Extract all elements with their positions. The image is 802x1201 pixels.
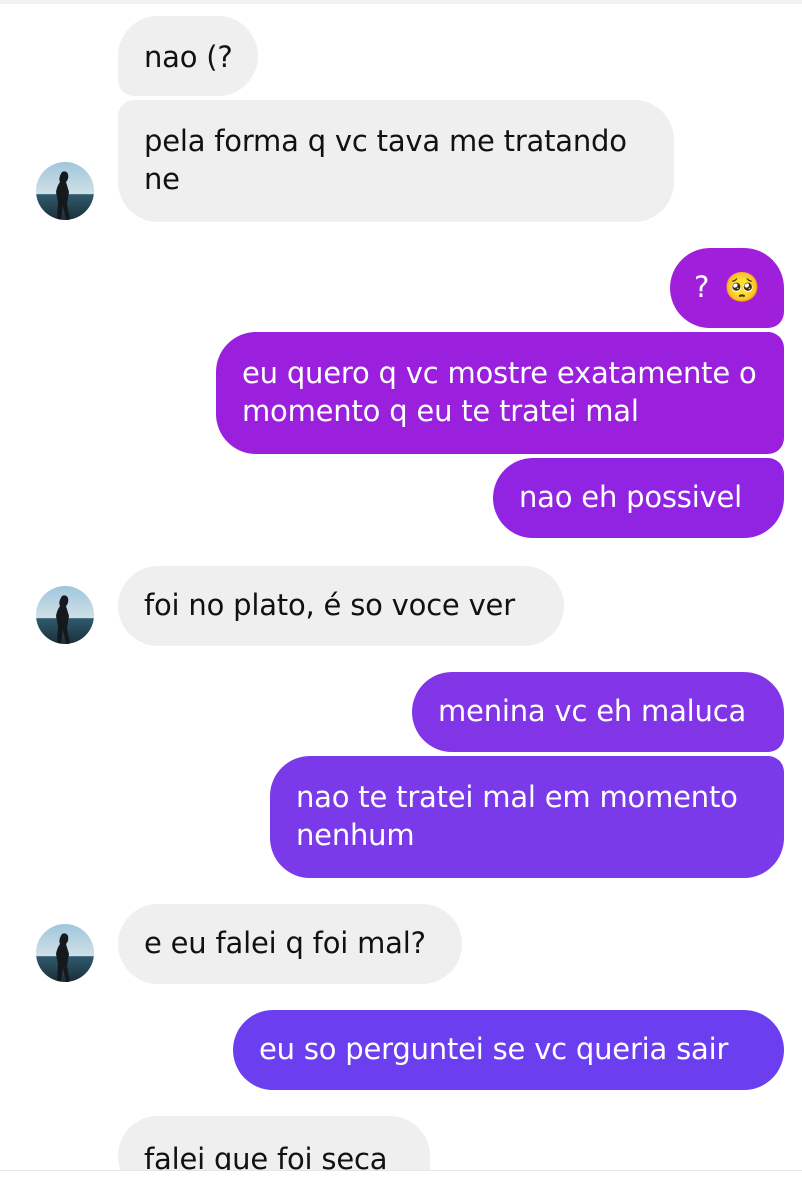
incoming-message[interactable]: pela forma q vc tava me tratando ne xyxy=(118,100,674,222)
contact-avatar[interactable] xyxy=(36,586,94,644)
pleading-face-emoji: 🥺 xyxy=(724,270,761,304)
composer-edge xyxy=(0,1170,802,1201)
outgoing-message[interactable]: eu so perguntei se vc queria sair xyxy=(233,1010,784,1090)
outgoing-message[interactable]: menina vc eh maluca xyxy=(412,672,784,752)
message-text: nao te tratei mal em momento nenhum xyxy=(296,780,738,852)
message-text: pela forma q vc tava me tratando ne xyxy=(144,124,627,196)
message-text: ? xyxy=(694,270,710,304)
message-text: eu so perguntei se vc queria sair xyxy=(259,1032,729,1066)
contact-avatar[interactable] xyxy=(36,924,94,982)
message-text: menina vc eh maluca xyxy=(438,694,747,728)
message-text: e eu falei q foi mal? xyxy=(144,926,426,960)
outgoing-message[interactable]: ? 🥺 xyxy=(670,248,784,328)
message-text: eu quero q vc mostre exatamente o moment… xyxy=(242,356,757,428)
contact-avatar[interactable] xyxy=(36,162,94,220)
outgoing-message[interactable]: nao te tratei mal em momento nenhum xyxy=(270,756,784,878)
outgoing-message[interactable]: eu quero q vc mostre exatamente o moment… xyxy=(216,332,784,454)
incoming-message[interactable]: e eu falei q foi mal? xyxy=(118,904,462,984)
message-text: nao (? xyxy=(144,40,233,74)
top-edge xyxy=(0,0,802,4)
message-text: nao eh possivel xyxy=(519,480,743,514)
incoming-message[interactable]: foi no plato, é so voce ver xyxy=(118,566,564,646)
message-text: foi no plato, é so voce ver xyxy=(144,588,515,622)
outgoing-message[interactable]: nao eh possivel xyxy=(493,458,784,538)
incoming-message[interactable]: nao (? xyxy=(118,16,258,96)
